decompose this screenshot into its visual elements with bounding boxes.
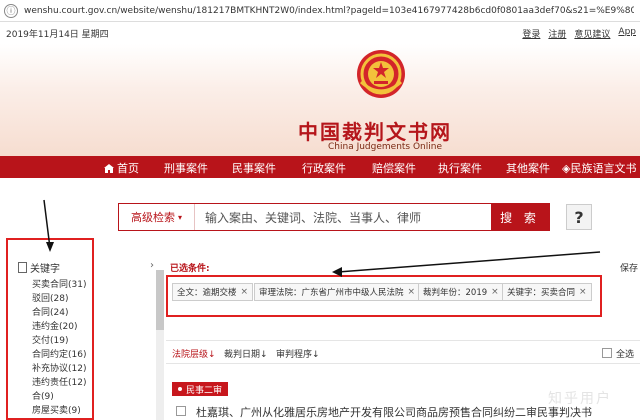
site-title: 中国裁判文书网 [298,120,452,144]
app-link[interactable]: App [618,27,636,40]
category-badge: 民事二审 [172,382,229,396]
help-button[interactable]: ? [566,204,592,230]
info-icon[interactable]: ⓘ [4,3,18,18]
url-text[interactable]: wenshu.court.gov.cn/website/wenshu/18121… [24,6,634,16]
site-subtitle: China Judgements Online [328,142,443,152]
condition-tag-label: 裁判年份：2019 [423,288,488,298]
login-link[interactable]: 登录 [522,27,540,40]
arrow-down-icon: ↓ [260,350,268,360]
advanced-search-label: 高级检索 [130,211,175,224]
court-emblem-icon [357,50,405,98]
scrollbar[interactable] [156,270,164,420]
search-input[interactable]: 输入案由、关键词、法院、当事人、律师 [195,204,491,230]
nav-compensation[interactable]: 赔偿案件 [372,160,416,176]
current-date: 2019年11月14日 星期四 [6,30,109,40]
nav-enforcement[interactable]: 执行案件 [438,160,482,176]
nav-ethnic-language[interactable]: ◈民族语言文书 [562,160,636,176]
keyword-item[interactable]: 合同约定(16) [32,348,86,362]
chevron-right-icon[interactable]: › [150,260,154,271]
condition-tag: 审理法院：广东省广州市中级人民法院 × [254,283,421,301]
annotation-arrow [337,251,601,273]
close-icon[interactable]: × [579,287,587,297]
sort-bar: 法院层级↓ 裁判日期↓ 审判程序↓ 全选 [166,340,640,364]
scrollbar-thumb[interactable] [156,270,164,330]
watermark: 知乎用户 [548,391,612,407]
nav-administrative[interactable]: 行政案件 [302,160,346,176]
sort-judge-date[interactable]: 裁判日期↓ [224,347,268,360]
keyword-item[interactable]: 违约责任(12) [32,376,86,390]
condition-tag: 全文：逾期交楼 × [172,283,254,301]
selected-conditions-label: 已选条件: [170,264,210,274]
sort-court-level[interactable]: 法院层级↓ [172,347,216,360]
feedback-link[interactable]: 意见建议 [574,27,610,40]
keyword-item[interactable]: 补充协议(12) [32,362,86,376]
selected-conditions: 全文：逾期交楼 × 审理法院：广东省广州市中级人民法院 × 裁判年份：2019 × 关… [166,275,602,317]
sort-procedure-label: 审判程序 [276,350,313,360]
keyword-item[interactable]: 违约金(20) [32,320,86,334]
main-nav: 首页 刑事案件 民事案件 行政案件 赔偿案件 执行案件 其他案件 ◈民族语言文书 [0,156,640,178]
keyword-sidebar: 关键字 买卖合同(31) 驳回(28) 合同(24) 违约金(20) 交付(19… [6,238,94,420]
search-bar: 高级检索 ▾ 输入案由、关键词、法院、当事人、律师 搜 索 [118,203,550,231]
select-all-label: 全选 [616,350,635,360]
keyword-item[interactable]: 交付(19) [32,334,86,348]
keyword-title: 关键字 [30,264,60,275]
sort-procedure[interactable]: 审判程序↓ [276,347,320,360]
condition-tag-label: 关键字：买卖合同 [507,288,576,298]
close-icon[interactable]: × [241,287,249,297]
nav-ethnic-label: 民族语言文书 [570,162,637,175]
keyword-list: 买卖合同(31) 驳回(28) 合同(24) 违约金(20) 交付(19) 合同… [32,278,86,418]
nav-home[interactable]: 首页 [104,160,139,176]
arrow-down-icon: ↓ [208,350,216,360]
top-strip: 2019年11月14日 星期四 登录 注册 意见建议 App [0,22,640,44]
keyword-heading[interactable]: 关键字 [18,260,60,275]
sort-court-level-label: 法院层级 [172,350,209,360]
keyword-item[interactable]: 买卖合同(31) [32,278,86,292]
arrow-down-icon: ↓ [312,350,320,360]
site-header: 中国裁判文书网 China Judgements Online [0,44,640,156]
close-icon[interactable]: × [408,287,416,297]
advanced-search-button[interactable]: 高级检索 ▾ [119,204,195,230]
nav-home-label: 首页 [117,162,139,175]
nav-criminal[interactable]: 刑事案件 [164,160,208,176]
search-button[interactable]: 搜 索 [491,204,549,230]
keyword-item[interactable]: 合(9) [32,390,86,404]
close-icon[interactable]: × [491,287,499,297]
keyword-item[interactable]: 驳回(28) [32,292,86,306]
condition-tag-label: 审理法院：广东省广州市中级人民法院 [259,288,404,298]
sort-judge-date-label: 裁判日期 [224,350,261,360]
register-link[interactable]: 注册 [548,27,566,40]
result-checkbox[interactable] [176,406,186,416]
result-title-link[interactable]: 杜嘉琪、广州从化雅居乐房地产开发有限公司商品房预售合同纠纷二审民事判决书 [196,404,592,420]
select-all-checkbox[interactable] [602,348,612,358]
caret-down-icon: ▾ [177,212,182,222]
condition-tag: 裁判年份：2019 × [418,283,504,301]
condition-tag: 关键字：买卖合同 × [502,283,592,301]
save-link[interactable]: 保存 [620,261,638,274]
document-icon [18,262,27,273]
address-bar[interactable]: ⓘ wenshu.court.gov.cn/website/wenshu/181… [0,0,640,22]
condition-tag-label: 全文：逾期交楼 [177,288,237,298]
nav-civil[interactable]: 民事案件 [232,160,276,176]
home-icon [104,164,114,173]
nav-other[interactable]: 其他案件 [506,160,550,176]
top-links: 登录 注册 意见建议 App [522,27,636,40]
keyword-item[interactable]: 房屋买卖(9) [32,404,86,418]
keyword-item[interactable]: 合同(24) [32,306,86,320]
